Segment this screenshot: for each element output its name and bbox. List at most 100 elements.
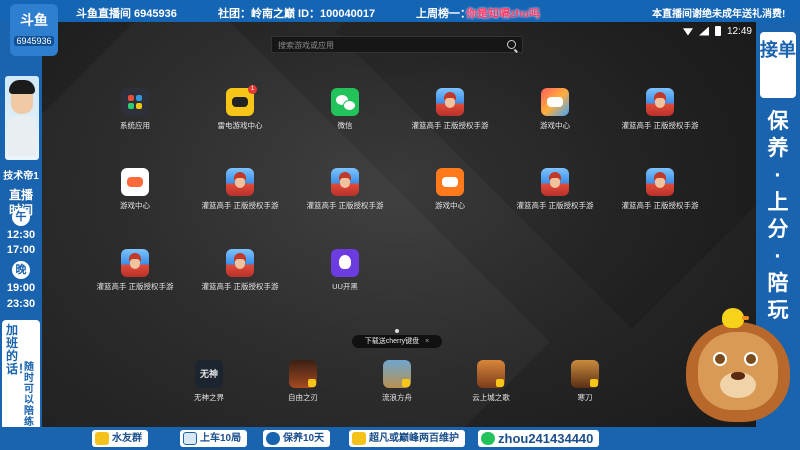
- app-label: 灌篮高手 正版授权手游: [621, 121, 699, 130]
- app-label: 游戏中心: [435, 201, 465, 210]
- dock-app-handao[interactable]: 寒刀: [535, 360, 635, 403]
- soar-pill: 超凡或巅峰两百维护: [349, 430, 465, 447]
- cold-blade-game-icon: [571, 360, 599, 388]
- app-slam-dunk[interactable]: 灌篮高手 正版授权手游: [400, 88, 500, 131]
- douyu-logo: 斗鱼 6945936: [10, 4, 58, 56]
- app-label: 灌篮高手 正版授权手游: [201, 282, 279, 291]
- app-slam-dunk[interactable]: 灌篮高手 正版授权手游: [295, 168, 395, 211]
- game-center-icon: [436, 168, 464, 196]
- app-label: 寒刀: [577, 393, 593, 402]
- noon-end: 17:00: [6, 244, 36, 256]
- logo-text: 斗鱼: [20, 12, 48, 28]
- wifi-icon: [682, 28, 693, 36]
- app-label: 灌篮高手 正版授权手游: [621, 201, 699, 210]
- rank-label: 上周榜一：: [416, 8, 471, 20]
- lion-eye: [744, 352, 758, 366]
- mini-badge-icon: [402, 379, 410, 387]
- streamer-name: 技术帝1: [3, 171, 39, 182]
- streamer-avatar: [5, 76, 39, 160]
- slam-dunk-icon: [541, 168, 569, 196]
- cloud-city-game-icon: [477, 360, 505, 388]
- avatar-hair: [9, 80, 35, 94]
- dock-app-ziyou[interactable]: 自由之刃: [253, 360, 353, 403]
- app-label: 游戏中心: [120, 201, 150, 210]
- free-blade-game-icon: [289, 360, 317, 388]
- slam-dunk-icon: [646, 88, 674, 116]
- noon-start: 12:30: [6, 229, 36, 241]
- app-system-apps[interactable]: 系统应用: [85, 88, 185, 131]
- dock-app-liulang[interactable]: 流浪方舟: [347, 360, 447, 403]
- status-time: 12:49: [726, 25, 752, 37]
- slam-dunk-icon: [436, 88, 464, 116]
- game-center-icon: [541, 88, 569, 116]
- avatar-body: [8, 116, 36, 156]
- wushen-game-icon: 无神: [195, 360, 223, 388]
- dock-app-wushen[interactable]: 无神 无神之界: [159, 360, 259, 403]
- app-slam-dunk[interactable]: 灌篮高手 正版授权手游: [85, 249, 185, 292]
- app-label: 系统应用: [120, 121, 150, 130]
- overtime-note: 加班的话！ 随时可以陪练: [2, 320, 40, 430]
- qq-group-label: 水友群: [112, 433, 142, 444]
- app-label: 微信: [337, 121, 353, 130]
- app-wechat[interactable]: 微信: [295, 88, 395, 131]
- app-slam-dunk[interactable]: 灌篮高手 正版授权手游: [610, 168, 710, 211]
- app-game-center[interactable]: 游戏中心: [505, 88, 605, 131]
- bottom-promo-bar: 水友群 上车10局 保养10天 超凡或巅峰两百维护 zhou241434440: [0, 427, 800, 450]
- up-car-pill: 上车10局: [180, 430, 248, 447]
- app-label: 流浪方舟: [382, 393, 412, 402]
- mini-badge-icon: [590, 379, 598, 387]
- keep-rank-pill: 保养10天: [263, 430, 331, 447]
- app-game-center[interactable]: 游戏中心: [400, 168, 500, 211]
- app-slam-dunk[interactable]: 灌篮高手 正版授权手游: [505, 168, 605, 211]
- app-slam-dunk[interactable]: 灌篮高手 正版授权手游: [190, 249, 290, 292]
- car-icon: [183, 432, 197, 445]
- wandering-ark-game-icon: [383, 360, 411, 388]
- service-text: 保养·上分·陪玩: [767, 110, 789, 322]
- trophy-icon: [352, 432, 366, 445]
- wechat-id-pill: zhou241434440: [478, 430, 600, 447]
- battery-icon: [714, 26, 721, 36]
- app-label: 无神之界: [194, 393, 224, 402]
- dock-app-yunshang[interactable]: 云上城之歌: [441, 360, 541, 403]
- wechat-icon: [331, 88, 359, 116]
- anytime-text: 随时可以陪练: [24, 362, 34, 428]
- top-info-bar: 斗鱼直播间 6945936 社团：岭南之巅 ID：100040017 上周榜一：…: [0, 0, 800, 22]
- app-label: 雷电游戏中心: [217, 121, 263, 130]
- app-slam-dunk[interactable]: 灌篮高手 正版授权手游: [190, 168, 290, 211]
- uu-voice-icon: [331, 249, 359, 277]
- status-bar: 12:49: [682, 24, 752, 38]
- slam-dunk-icon: [121, 249, 149, 277]
- night-badge: 晚: [12, 261, 30, 279]
- logo-room-id: 6945936: [14, 36, 54, 46]
- app-label: 自由之刃: [288, 393, 318, 402]
- app-uu-voice[interactable]: UU开黑: [295, 249, 395, 292]
- qq-group-pill: 水友群: [92, 430, 148, 447]
- app-slam-dunk[interactable]: 灌篮高手 正版授权手游: [610, 88, 710, 131]
- overtime-text: 加班的话！: [6, 323, 31, 376]
- lion-eye: [713, 352, 727, 366]
- keep-rank-label: 保养10天: [283, 433, 325, 444]
- download-toast[interactable]: 下载送cherry键盘 ×: [352, 335, 442, 348]
- wechat-icon: [481, 432, 495, 445]
- qq-group-icon: [95, 432, 109, 445]
- page-indicator: [395, 329, 399, 333]
- slam-dunk-icon: [226, 249, 254, 277]
- app-label: 游戏中心: [540, 121, 570, 130]
- stream-overlay: 斗鱼直播间 6945936 社团：岭南之巅 ID：100040017 上周榜一：…: [0, 0, 800, 450]
- mini-badge-icon: [496, 379, 504, 387]
- app-game-center[interactable]: 游戏中心: [85, 168, 185, 211]
- search-input[interactable]: [278, 39, 478, 51]
- rank-name: 你是知嗝zhu吗: [466, 8, 540, 20]
- night-start: 19:00: [6, 282, 36, 294]
- night-end: 23:30: [6, 298, 36, 310]
- close-icon[interactable]: ×: [425, 338, 429, 345]
- wechat-id-label: zhou241434440: [498, 431, 594, 446]
- app-label: 云上城之歌: [472, 393, 510, 402]
- soar-label: 超凡或巅峰两百维护: [369, 433, 459, 444]
- game-center-icon: [121, 168, 149, 196]
- app-thunder-game-center[interactable]: 1 雷电游戏中心: [190, 85, 290, 131]
- mini-badge-icon: [308, 379, 316, 387]
- search-icon[interactable]: [507, 40, 516, 49]
- app-label: 灌篮高手 正版授权手游: [516, 201, 594, 210]
- search-bar[interactable]: [271, 36, 523, 53]
